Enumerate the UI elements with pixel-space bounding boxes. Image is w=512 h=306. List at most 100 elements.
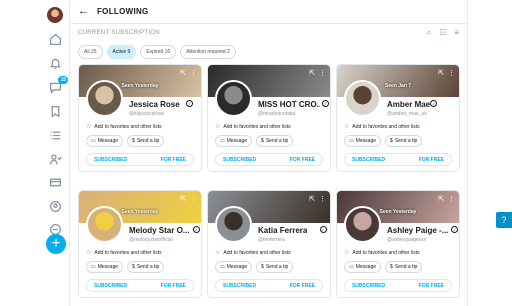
subscribed-button[interactable]: SUBSCRIBED FOR FREE	[215, 153, 323, 166]
profile-icon[interactable]	[48, 199, 62, 213]
message-button[interactable]: ▭ Message	[344, 261, 382, 273]
banner-actions: ⇱ ⋮	[180, 69, 197, 77]
creator-card[interactable]: Seen Yesterday ⇱ ⋮ Jessica Rose ✓ @itsjes…	[78, 64, 202, 172]
creator-name[interactable]: MISS HOT CRO...	[258, 100, 320, 109]
home-icon[interactable]	[48, 32, 62, 46]
more-options-icon[interactable]: ⋮	[190, 69, 197, 77]
message-button[interactable]: ▭ Message	[86, 135, 124, 147]
share-icon[interactable]: ⇱	[309, 195, 315, 203]
star-icon: ☆	[215, 124, 221, 130]
creator-avatar[interactable]	[215, 206, 252, 243]
add-to-favorites[interactable]: ☆ Add to favorites and other lists	[86, 123, 162, 131]
card-actions: ▭ Message $ Send a tip	[215, 261, 294, 273]
add-to-favorites[interactable]: ☆ Add to favorites and other lists	[344, 249, 420, 257]
subscriptions-icon[interactable]	[48, 152, 62, 166]
sidebar: 15 +	[0, 0, 70, 306]
creator-handle[interactable]: @theferrera	[258, 237, 285, 243]
user-avatar[interactable]	[47, 7, 63, 23]
new-post-button[interactable]: +	[46, 234, 66, 254]
share-icon[interactable]: ⇱	[180, 69, 186, 77]
chip-attention[interactable]: Attention required 2	[180, 45, 236, 59]
more-options-icon[interactable]: ⋮	[319, 195, 326, 203]
price-label: FOR FREE	[289, 156, 315, 163]
add-to-favorites[interactable]: ☆ Add to favorites and other lists	[215, 123, 291, 131]
add-to-favorites[interactable]: ☆ Add to favorites and other lists	[215, 249, 291, 257]
help-button[interactable]: ?	[496, 212, 512, 228]
lists-icon[interactable]	[48, 128, 62, 142]
subscribed-label: SUBSCRIBED	[94, 282, 128, 289]
creator-name[interactable]: Ashley Paige -...	[387, 226, 448, 235]
creator-handle[interactable]: @ashleypaigexxx	[387, 237, 426, 243]
creator-avatar[interactable]	[344, 80, 381, 117]
creator-name[interactable]: Katia Ferrera	[258, 226, 307, 235]
messages-icon[interactable]: 15	[48, 76, 68, 94]
more-options-icon[interactable]: ⋮	[190, 195, 197, 203]
subscribed-button[interactable]: SUBSCRIBED FOR FREE	[86, 279, 194, 292]
creator-name[interactable]: Jessica Rose	[129, 100, 180, 109]
bookmark-icon[interactable]	[48, 104, 62, 118]
share-icon[interactable]: ⇱	[438, 195, 444, 203]
creator-card[interactable]: Seen Yesterday ⇱ ⋮ Melody Star O... ✓ @me…	[78, 190, 202, 298]
card-icon[interactable]	[48, 175, 62, 189]
tip-button[interactable]: $ Send a tip	[385, 135, 423, 147]
dollar-icon: $	[261, 138, 264, 144]
subscribed-button[interactable]: SUBSCRIBED FOR FREE	[344, 153, 452, 166]
search-icon[interactable]: ⌕	[427, 28, 431, 38]
banner-actions: ⇱ ⋮	[309, 195, 326, 203]
tip-button[interactable]: $ Send a tip	[256, 261, 294, 273]
tip-label: Send a tip	[136, 264, 160, 270]
verified-icon: ✓	[451, 226, 458, 233]
chip-active[interactable]: Active 9	[106, 45, 137, 59]
message-button[interactable]: ▭ Message	[344, 135, 382, 147]
creator-avatar[interactable]	[215, 80, 252, 117]
tip-button[interactable]: $ Send a tip	[127, 261, 165, 273]
creator-name[interactable]: Amber Mae	[387, 100, 430, 109]
message-label: Message	[97, 138, 119, 144]
dollar-icon: $	[132, 138, 135, 144]
more-options-icon[interactable]: ⋮	[448, 195, 455, 203]
creator-card[interactable]: ⇱ ⋮ Katia Ferrera ✓ @theferrera ☆ Add to f…	[207, 190, 331, 298]
subscribed-button[interactable]: SUBSCRIBED FOR FREE	[215, 279, 323, 292]
add-to-favorites[interactable]: ☆ Add to favorites and other lists	[86, 249, 162, 257]
share-icon[interactable]: ⇱	[309, 69, 315, 77]
tip-button[interactable]: $ Send a tip	[127, 135, 165, 147]
tip-label: Send a tip	[394, 138, 418, 144]
tip-button[interactable]: $ Send a tip	[256, 135, 294, 147]
creator-avatar[interactable]	[344, 206, 381, 243]
message-button[interactable]: ▭ Message	[215, 261, 253, 273]
more-options-icon[interactable]: ⋮	[319, 69, 326, 77]
message-label: Message	[97, 264, 119, 270]
share-icon[interactable]: ⇱	[438, 69, 444, 77]
message-label: Message	[226, 264, 248, 270]
favorites-label: Add to favorites and other lists	[223, 249, 291, 256]
sort-icon[interactable]: ≡	[454, 28, 459, 38]
creator-handle[interactable]: @misshotcroatia	[258, 111, 295, 117]
subscribed-label: SUBSCRIBED	[94, 156, 128, 163]
message-icon: ▭	[349, 138, 354, 144]
creator-card[interactable]: Seen Jan 7 ⇱ ⋮ Amber Mae ✓ @amber_mae_uk …	[336, 64, 460, 172]
message-button[interactable]: ▭ Message	[86, 261, 124, 273]
subscribed-button[interactable]: SUBSCRIBED FOR FREE	[344, 279, 452, 292]
creator-avatar[interactable]	[86, 80, 123, 117]
creator-avatar[interactable]	[86, 206, 123, 243]
message-button[interactable]: ▭ Message	[215, 135, 253, 147]
verified-icon: ✓	[322, 100, 329, 107]
creator-name[interactable]: Melody Star O...	[129, 226, 189, 235]
back-arrow-icon[interactable]: ←	[78, 6, 89, 17]
creator-handle[interactable]: @melodystarofficial	[129, 237, 173, 243]
chip-all[interactable]: All 25	[78, 45, 103, 59]
creator-card[interactable]: Seen Yesterday ⇱ ⋮ Ashley Paige -... ✓ @a…	[336, 190, 460, 298]
creator-handle[interactable]: @itsjessicarose	[129, 111, 164, 117]
tip-label: Send a tip	[265, 138, 289, 144]
more-options-icon[interactable]: ⋮	[448, 69, 455, 77]
creator-card[interactable]: ⇱ ⋮ MISS HOT CRO... ✓ @misshotcroatia ☆ Ad…	[207, 64, 331, 172]
add-to-favorites[interactable]: ☆ Add to favorites and other lists	[344, 123, 420, 131]
creator-handle[interactable]: @amber_mae_uk	[387, 111, 427, 117]
filter-icon[interactable]: ☷	[439, 28, 446, 38]
bell-icon[interactable]	[48, 56, 62, 70]
share-icon[interactable]: ⇱	[180, 195, 186, 203]
price-label: FOR FREE	[418, 156, 444, 163]
chip-expired[interactable]: Expired 16	[140, 45, 177, 59]
tip-button[interactable]: $ Send a tip	[385, 261, 423, 273]
subscribed-button[interactable]: SUBSCRIBED FOR FREE	[86, 153, 194, 166]
